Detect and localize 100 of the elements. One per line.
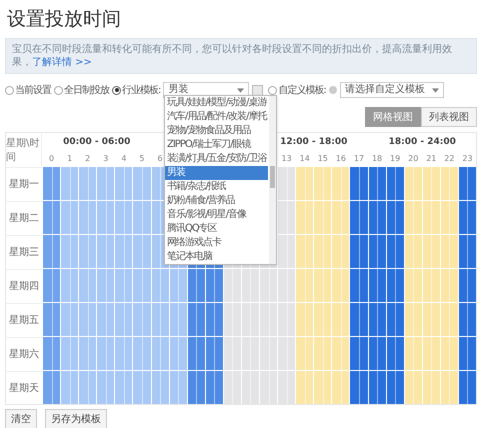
day-label: 星期六 [9,348,39,361]
radio-button[interactable] [112,86,121,94]
dropdown-option[interactable]: 笔记本电脑 [165,250,268,264]
hour-label: 14 [300,154,310,163]
time-slot[interactable] [43,269,60,302]
time-slot[interactable] [350,201,368,234]
time-slot[interactable] [43,235,60,268]
hour-label: 18 [372,154,382,163]
day-label: 星期二 [9,212,39,225]
time-slot[interactable] [368,371,386,404]
time-slot[interactable] [368,269,386,302]
dropdown-option[interactable]: 书籍/杂志/报纸 [165,180,268,194]
time-slot[interactable] [188,303,205,336]
time-slot[interactable] [386,337,404,370]
time-slot[interactable] [350,303,368,336]
dropdown-option[interactable]: 奶粉/辅食/营养品 [165,194,268,208]
time-slot[interactable] [206,371,223,404]
custom-template-select[interactable]: 请选择自定义模板 [340,82,444,98]
dropdown-option[interactable]: 装潢/灯具/五金/安防/卫浴 [165,152,268,166]
hour-label: 19 [390,154,400,163]
hour-label: 23 [462,154,473,163]
time-slot[interactable] [43,303,60,336]
day-label: 星期四 [9,280,39,293]
time-slot[interactable] [206,337,223,370]
caret-icon [237,88,244,93]
time-slot[interactable] [386,371,404,404]
time-slot[interactable] [368,303,386,336]
hour-label: 13 [282,154,292,163]
dropdown-option[interactable]: 男装 [165,166,268,180]
period-header: 12:00 - 18:00 [280,137,348,147]
time-slot[interactable] [188,371,205,404]
time-slot[interactable] [386,167,404,200]
dropdown-option[interactable]: 汽车/用品/配件/改装/摩托 [165,110,268,124]
day-label: 星期天 [9,382,39,395]
action-button[interactable]: 清空 [5,409,37,428]
time-slot[interactable] [386,269,404,302]
radio-label[interactable]: 全日制投放 [64,83,109,97]
hour-label: 16 [336,154,346,163]
hour-label: 0 [48,154,54,163]
learn-more-link[interactable]: 了解详情 >> [32,57,92,68]
scrollbar[interactable] [269,96,276,264]
time-slot[interactable] [458,269,476,302]
time-slot[interactable] [386,201,404,234]
time-slot[interactable] [386,235,404,268]
dropdown-option[interactable]: 腾讯QQ专区 [165,222,268,236]
time-slot[interactable] [350,371,368,404]
view-tab[interactable]: 列表视图 [421,107,477,127]
time-slot[interactable] [188,337,205,370]
dropdown-option[interactable]: 玩具/娃娃/模型/动漫/桌游 [165,96,268,110]
radio-label[interactable]: 自定义模板: [278,83,326,97]
time-slot[interactable] [458,167,476,200]
period-header: 18:00 - 24:00 [388,137,456,147]
hour-label: 21 [426,154,436,163]
page-title: 设置投放时间 [6,7,122,32]
hour-label: 3 [103,154,108,163]
time-slot[interactable] [43,371,60,404]
time-slot[interactable] [350,337,368,370]
hour-label: 15 [318,154,328,163]
time-slot[interactable] [458,337,476,370]
time-slot[interactable] [206,269,223,302]
time-slot[interactable] [43,167,60,200]
time-slot[interactable] [188,269,205,302]
time-slot[interactable] [386,303,404,336]
template-icon[interactable] [252,84,264,96]
caret-icon [432,88,439,93]
corner-header: 星期\时间 [6,133,42,166]
time-slot[interactable] [350,167,368,200]
dropdown-option[interactable]: 音乐/影视/明星/音像 [165,208,268,222]
time-slot[interactable] [368,235,386,268]
dropdown-option[interactable]: ZIPPO/瑞士军刀/眼镜 [165,138,268,152]
time-slot[interactable] [350,269,368,302]
time-slot[interactable] [206,303,223,336]
time-slot[interactable] [368,337,386,370]
help-icon[interactable] [328,86,337,94]
radio-label[interactable]: 行业模板: [122,83,160,97]
radio-label[interactable]: 当前设置 [15,83,51,97]
hour-label: 2 [85,154,90,163]
day-label: 星期一 [9,178,39,191]
hour-label: 20 [408,154,418,163]
action-button[interactable]: 另存为模板 [45,409,107,428]
time-slot[interactable] [458,371,476,404]
dropdown-option[interactable]: 宠物/宠物食品及用品 [165,124,268,138]
hour-label: 6 [157,154,163,163]
hour-label: 5 [139,154,144,163]
time-slot[interactable] [458,303,476,336]
day-label: 星期三 [9,246,39,259]
hour-label: 17 [354,154,364,163]
time-slot[interactable] [458,235,476,268]
time-slot[interactable] [368,167,386,200]
time-slot[interactable] [368,201,386,234]
hour-label: 1 [67,154,72,163]
hour-label: 22 [444,154,454,163]
time-slot[interactable] [458,201,476,234]
time-slot[interactable] [43,337,60,370]
time-slot[interactable] [350,235,368,268]
radio-button[interactable] [268,86,278,94]
radio-button[interactable] [54,86,63,94]
time-slot[interactable] [43,201,60,234]
radio-button[interactable] [5,86,14,94]
dropdown-option[interactable]: 网络游戏点卡 [165,236,268,250]
